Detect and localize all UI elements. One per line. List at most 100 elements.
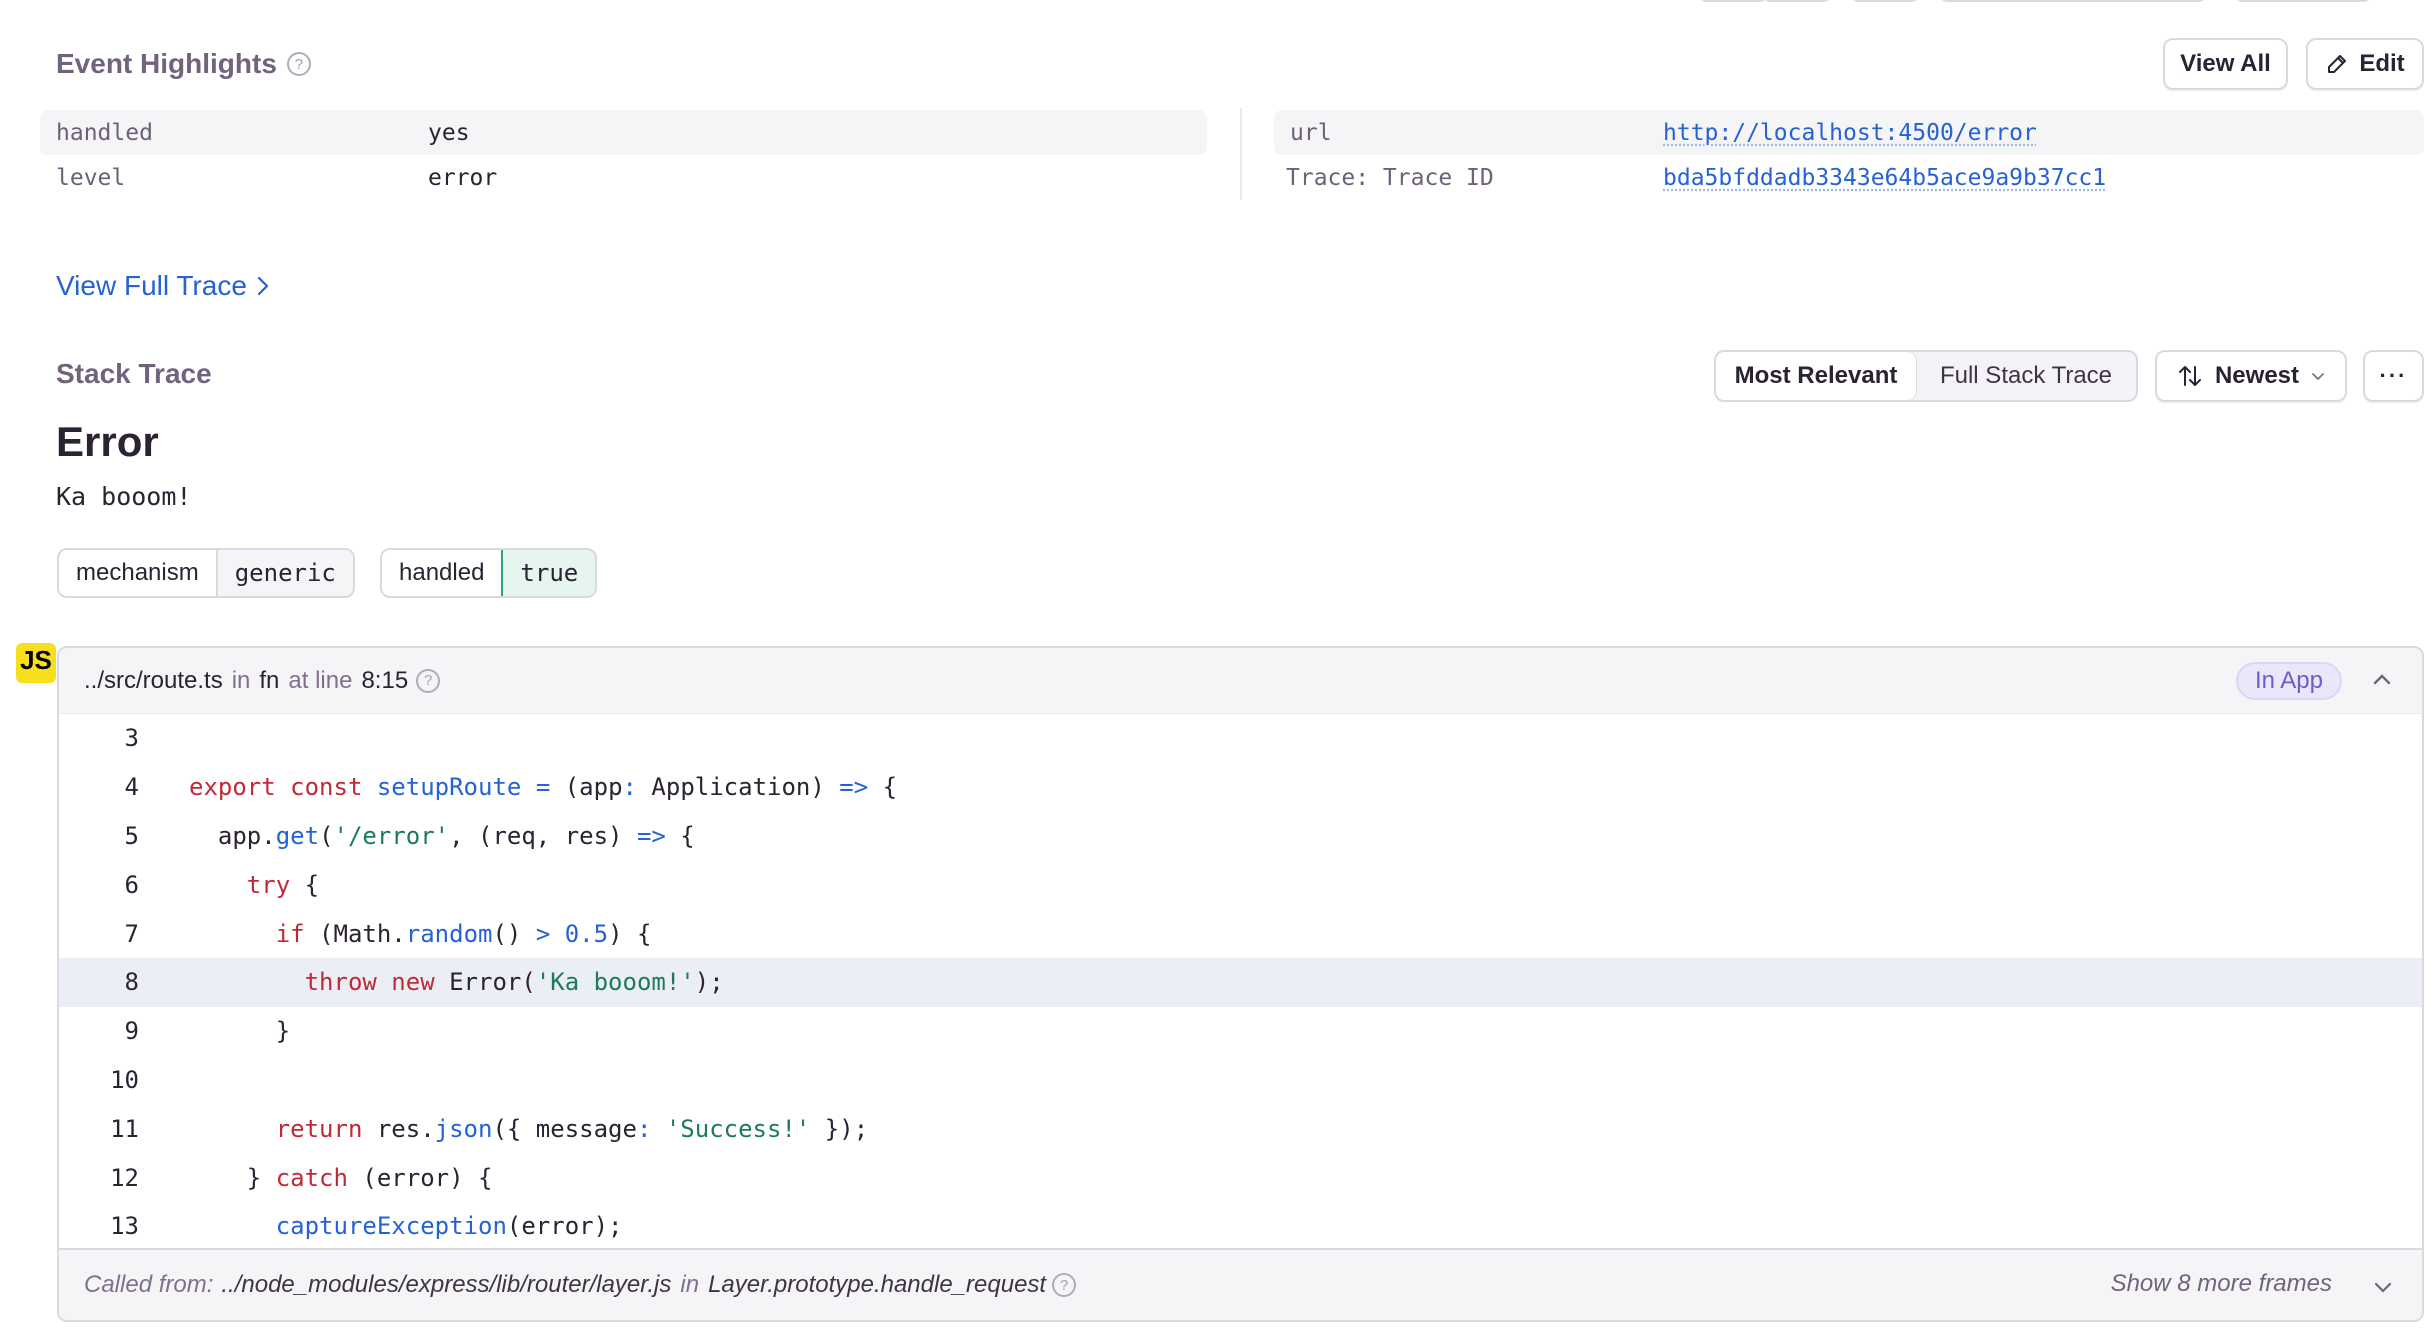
highlight-key: handled [56, 119, 153, 146]
highlight-value[interactable]: yes [428, 120, 470, 146]
highlight-row: level error [40, 155, 1207, 200]
tag-key: mechanism [76, 559, 199, 586]
line-source: } catch (error) { [189, 1163, 493, 1192]
frame-header[interactable]: ../src/route.ts in fn at line 8:15 ? In … [59, 648, 2422, 714]
javascript-platform-icon: JS [16, 643, 56, 683]
line-number: 5 [124, 821, 139, 850]
code-line: 11 return res.json({ message: 'Success!'… [59, 1104, 2422, 1153]
edit-label: Edit [2359, 50, 2405, 77]
highlight-url-link[interactable]: http://localhost:4500/error [1663, 120, 2037, 146]
view-mode-most-relevant[interactable]: Most Relevant [1716, 352, 1916, 400]
tag-value: generic [215, 550, 353, 596]
line-number: 4 [124, 773, 139, 802]
line-number: 11 [110, 1114, 139, 1143]
stack-trace-title-text: Stack Trace [56, 358, 212, 389]
chevron-down-icon[interactable] [2372, 1276, 2394, 1298]
stack-trace-title: Stack Trace [56, 358, 212, 390]
chevron-right-icon [255, 275, 271, 297]
handled-tag[interactable]: handled true [380, 548, 598, 598]
stack-frame: ../src/route.ts in fn at line 8:15 ? In … [57, 646, 2424, 1322]
line-number: 12 [110, 1163, 139, 1192]
view-full-trace-link[interactable]: View Full Trace [56, 270, 271, 302]
line-number: 7 [124, 919, 139, 948]
highlight-key: url [1290, 119, 1332, 146]
mechanism-tag[interactable]: mechanism generic [57, 548, 355, 598]
line-number: 13 [110, 1212, 139, 1241]
code-line: 10 [59, 1056, 2422, 1105]
view-all-label: View All [2180, 50, 2271, 77]
called-from-path: ../node_modules/express/lib/router/layer… [221, 1271, 672, 1298]
event-highlights-title-text: Event Highlights [56, 48, 277, 79]
frame-at-line-label: at line [288, 666, 353, 694]
event-highlights-title: Event Highlights ? [56, 48, 311, 80]
highlights-left-table: handled yes level error [40, 110, 1207, 200]
line-source: return res.json({ message: 'Success!' })… [275, 1114, 869, 1143]
code-line: 7 if (Math.random() > 0.5) { [59, 909, 2422, 958]
code-line: 4 export const setupRoute = (app: Applica… [59, 763, 2422, 812]
highlight-key: Trace: Trace ID [1286, 164, 1494, 191]
ellipsis-icon: ··· [2379, 363, 2408, 388]
show-more-frames-button[interactable]: Show 8 more frames [2111, 1270, 2332, 1298]
line-source: } [189, 1017, 291, 1046]
highlight-trace-id-link[interactable]: bda5bfddadb3343e64b5ace9a9b37cc1 [1663, 165, 2106, 191]
line-number: 6 [124, 870, 139, 899]
more-options-button[interactable]: ··· [2363, 350, 2424, 402]
line-source: throw new Error('Ka booom!'); [304, 968, 724, 997]
called-from-function: Layer.prototype.handle_request [708, 1271, 1047, 1298]
code-line: 8 throw new Error('Ka booom!'); [59, 957, 2422, 1007]
toolbar-segment[interactable] [2233, 0, 2373, 2]
exception-value: Ka booom! [56, 482, 192, 511]
view-full-trace-label: View Full Trace [56, 270, 247, 301]
edit-button[interactable]: Edit [2306, 38, 2424, 90]
highlight-row: url http://localhost:4500/error [1274, 110, 2424, 155]
line-number: 3 [124, 724, 139, 753]
frame-line-col: 8:15 [361, 666, 409, 694]
highlight-row: Trace: Trace ID bda5bfddadb3343e64b5ace9… [1274, 155, 2424, 200]
toolbar-button-2[interactable] [1761, 0, 1833, 2]
view-mode-toggle: Most Relevant Full Stack Trace [1714, 350, 2138, 402]
called-from-label: Called from: [84, 1271, 214, 1298]
chevron-down-icon [2311, 371, 2325, 381]
toolbar-button-1[interactable] [1697, 0, 1769, 2]
highlight-value[interactable]: error [428, 165, 497, 191]
code-context: 3 4 export const setupRoute = (app: Applic… [59, 714, 2422, 1251]
help-icon[interactable]: ? [286, 52, 311, 76]
toolbar-button-3[interactable] [1849, 0, 1921, 2]
frame-filename: ../src/route.ts [84, 666, 223, 694]
help-icon[interactable]: ? [416, 668, 441, 693]
toolbar-dropdown[interactable] [1938, 0, 2208, 2]
highlights-divider [1240, 108, 1242, 200]
line-source: try { [246, 870, 320, 899]
line-source: export const setupRoute = (app: Applicat… [189, 773, 898, 802]
highlight-key: level [56, 164, 126, 191]
chevron-up-icon[interactable] [2370, 668, 2394, 692]
sort-arrows-icon [2177, 363, 2203, 389]
pencil-icon [2325, 52, 2349, 76]
highlights-right-table: url http://localhost:4500/error Trace: T… [1274, 110, 2424, 200]
in-app-badge: In App [2235, 662, 2342, 700]
frame-footer: Called from: ../node_modules/express/lib… [59, 1248, 2422, 1320]
help-icon[interactable]: ? [1052, 1273, 1077, 1297]
frame-in-label: in [231, 666, 251, 694]
sort-label: Newest [2214, 362, 2300, 389]
line-number: 10 [110, 1065, 139, 1094]
line-source: captureException(error); [275, 1212, 623, 1241]
line-source: if (Math.random() > 0.5) { [275, 919, 652, 948]
code-line: 9 } [59, 1007, 2422, 1056]
code-line: 5 app.get('/error', (req, res) => { [59, 812, 2422, 861]
view-all-button[interactable]: View All [2163, 38, 2288, 90]
called-from-in-label: in [680, 1271, 700, 1298]
code-line: 6 try { [59, 860, 2422, 909]
code-line: 12 } catch (error) { [59, 1153, 2422, 1202]
code-line: 3 [59, 714, 2422, 763]
code-line: 13 captureException(error); [59, 1202, 2422, 1251]
highlight-row: handled yes [40, 110, 1207, 155]
frame-function: fn [259, 666, 280, 694]
sort-dropdown[interactable]: Newest [2155, 350, 2347, 402]
exception-type: Error [56, 418, 159, 465]
tag-key: handled [399, 559, 485, 586]
view-mode-full-stack-trace[interactable]: Full Stack Trace [1916, 352, 2136, 400]
line-source: app.get('/error', (req, res) => { [189, 821, 695, 850]
tag-value: true [501, 550, 596, 596]
line-number: 8 [124, 968, 139, 997]
